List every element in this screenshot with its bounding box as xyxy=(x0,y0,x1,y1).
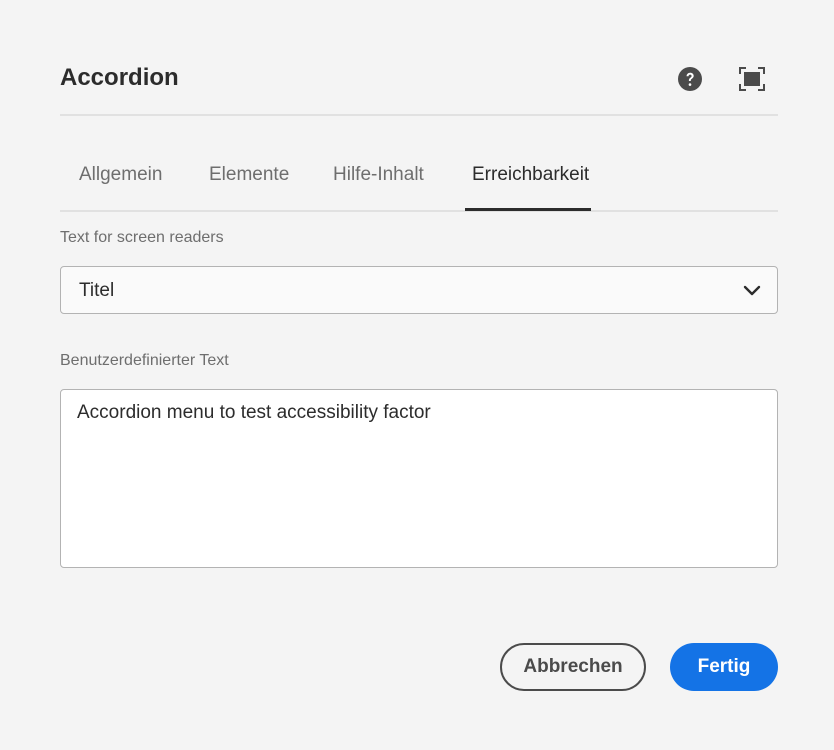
tab-hilfe-inhalt[interactable]: Hilfe-Inhalt xyxy=(333,164,424,186)
screen-reader-label: Text for screen readers xyxy=(60,229,224,246)
done-button[interactable]: Fertig xyxy=(670,643,778,691)
dialog: Accordion Allgemein Elemente Hilfe-Inhal… xyxy=(0,0,834,750)
custom-text-label: Benutzerdefinierter Text xyxy=(60,352,229,369)
cancel-button[interactable]: Abbrechen xyxy=(500,643,646,691)
chevron-down-icon xyxy=(743,285,761,296)
tab-allgemein[interactable]: Allgemein xyxy=(79,164,162,186)
help-icon[interactable] xyxy=(677,66,703,92)
dialog-title: Accordion xyxy=(60,64,179,91)
screen-reader-select[interactable]: Titel xyxy=(60,266,778,314)
tab-erreichbarkeit[interactable]: Erreichbarkeit xyxy=(472,164,589,186)
active-tab-indicator xyxy=(465,208,591,211)
tab-bar: Allgemein Elemente Hilfe-Inhalt Erreichb… xyxy=(60,150,778,212)
custom-text-textarea[interactable]: Accordion menu to test accessibility fac… xyxy=(60,389,778,568)
tab-elemente[interactable]: Elemente xyxy=(209,164,289,186)
fullscreen-icon[interactable] xyxy=(739,67,765,91)
dialog-header: Accordion xyxy=(60,58,778,116)
screen-reader-select-value: Titel xyxy=(79,280,115,301)
